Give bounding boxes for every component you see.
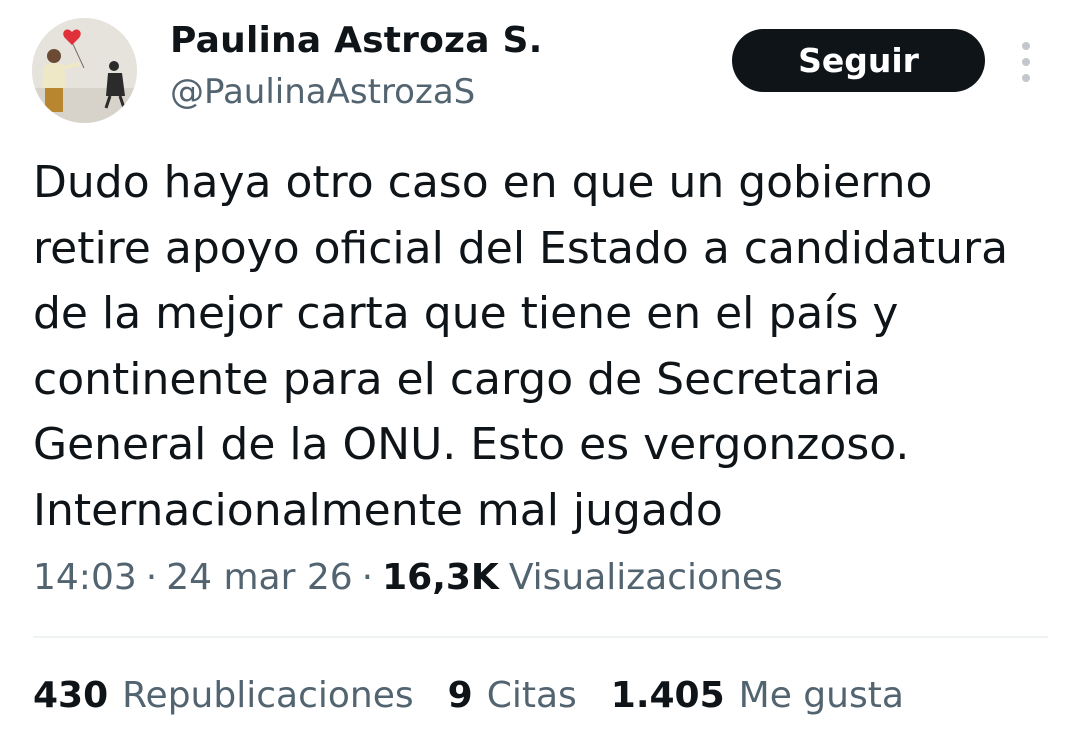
follow-button[interactable]: Seguir: [732, 29, 985, 92]
more-dot: [1022, 58, 1030, 66]
tweet-line: de la mejor carta que tiene en el país y: [33, 288, 899, 339]
reposts-count: 430: [33, 675, 109, 716]
tweet-line: retire apoyo oficial del Estado a candid…: [33, 222, 1009, 274]
quotes-label: Citas: [486, 675, 577, 716]
tweet-line: Internacionalmente mal jugado: [33, 484, 723, 536]
views-label: Visualizaciones: [508, 557, 783, 598]
tweet-line: Dudo haya otro caso en que un gobierno: [33, 157, 933, 208]
reposts-label: Republicaciones: [122, 675, 414, 716]
more-dot: [1022, 74, 1030, 82]
tweet-meta: 14:03 · 24 mar 26 · 16,3K Visualizacione…: [33, 557, 783, 598]
more-dot: [1022, 42, 1030, 50]
author-handle[interactable]: @PaulinaAstrozaS: [170, 72, 475, 112]
tweet-time[interactable]: 14:03: [33, 557, 137, 598]
author-display-name[interactable]: Paulina Astroza S.: [170, 20, 542, 61]
likes-count: 1.405: [610, 675, 725, 716]
tweet-line: continente para el cargo de Secretaria: [33, 353, 882, 405]
reposts-stat[interactable]: 430 Republicaciones: [33, 675, 414, 716]
avatar[interactable]: [32, 18, 137, 123]
tweet-line: General de la ONU. Esto es vergonzoso.: [33, 419, 910, 470]
separator: ·: [145, 557, 158, 598]
tweet-date[interactable]: 24 mar 26: [166, 557, 352, 598]
more-vertical-icon[interactable]: [1011, 42, 1041, 82]
tweet-stats: 430 Republicaciones 9 Citas 1.405 Me gus…: [33, 675, 938, 716]
quotes-stat[interactable]: 9 Citas: [448, 675, 577, 716]
tweet-text: Dudo haya otro caso en que un gobierno r…: [33, 150, 1053, 543]
views-count: 16,3K: [382, 557, 499, 598]
separator: ·: [361, 557, 374, 598]
divider: [33, 636, 1048, 638]
likes-label: Me gusta: [738, 675, 904, 716]
quotes-count: 9: [447, 675, 473, 716]
likes-stat[interactable]: 1.405 Me gusta: [611, 675, 904, 716]
avatar-photo: [32, 18, 137, 123]
